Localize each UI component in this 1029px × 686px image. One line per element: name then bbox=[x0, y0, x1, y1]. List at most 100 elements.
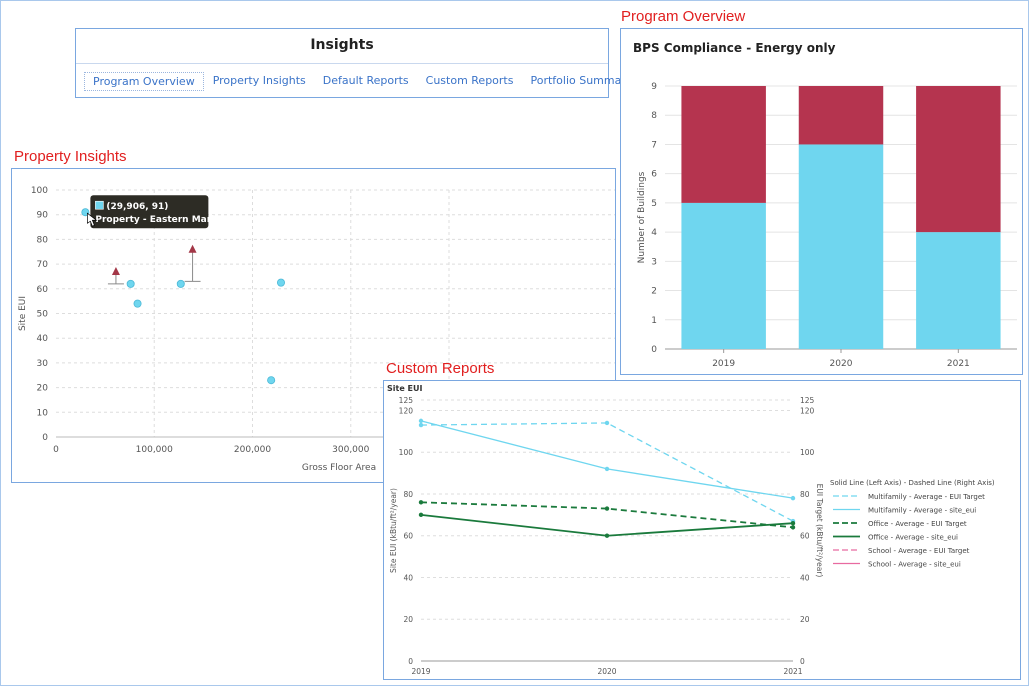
program-overview-panel: BPS Compliance - Energy only 0 1 2 3 4 5 6 7 8 9 Nu… bbox=[620, 28, 1023, 375]
tab-custom-reports[interactable]: Custom Reports bbox=[418, 72, 522, 91]
line-point bbox=[790, 495, 796, 501]
scatter-y-axis-label: Site EUI bbox=[18, 296, 28, 331]
line-point bbox=[790, 520, 796, 526]
bar-xtick-label: 2019 bbox=[712, 359, 735, 369]
legend-label: Multifamily - Average - EUI Target bbox=[868, 493, 985, 501]
legend-label: Office - Average - EUI Target bbox=[868, 520, 967, 528]
line-chart-title: Site EUI bbox=[387, 384, 423, 393]
line-point bbox=[604, 533, 610, 538]
line-ytick-left: 20 bbox=[403, 615, 413, 624]
scatter-ytick-label: 10 bbox=[37, 408, 49, 418]
callout-custom-reports: Custom Reports bbox=[386, 360, 495, 377]
scatter-ytick-label: 50 bbox=[37, 310, 49, 320]
target-arrow-icon bbox=[188, 244, 197, 253]
tab-program-overview[interactable]: Program Overview bbox=[84, 72, 204, 91]
insights-title: Insights bbox=[310, 37, 374, 53]
scatter-ytick-label: 100 bbox=[31, 186, 48, 196]
line-ytick-right: 120 bbox=[800, 406, 815, 415]
tooltip-value: (29,906, 91) bbox=[106, 202, 168, 212]
line-ytick-right: 0 bbox=[800, 657, 805, 666]
scatter-xtick-label: 100,000 bbox=[136, 445, 173, 455]
bar-ytick-label: 7 bbox=[651, 140, 657, 150]
line-point bbox=[418, 422, 424, 428]
line-xtick-label: 2021 bbox=[783, 667, 802, 676]
bar-segment bbox=[798, 144, 884, 349]
bar-segment bbox=[798, 86, 884, 145]
scatter-ytick-label: 30 bbox=[37, 359, 49, 369]
scatter-ytick-label: 60 bbox=[37, 285, 49, 295]
bar-ytick-label: 3 bbox=[651, 257, 657, 267]
line-xtick-label: 2020 bbox=[597, 667, 616, 676]
scatter-point bbox=[267, 376, 276, 385]
bar-xtick-label: 2021 bbox=[947, 359, 970, 369]
bar-ytick-label: 4 bbox=[651, 228, 657, 238]
legend-title: Solid Line (Left Axis) - Dashed Line (Ri… bbox=[830, 479, 995, 487]
bar-ytick-label: 6 bbox=[651, 170, 657, 180]
bar-segment bbox=[681, 202, 766, 349]
custom-reports-panel: Site EUI 0 0 20 20 40 40 60 60 80 80 100 100 120 120 12… bbox=[383, 380, 1021, 680]
tooltip-swatch-icon bbox=[95, 200, 104, 210]
scatter-ytick-label: 70 bbox=[37, 260, 49, 270]
scatter-xtick-label: 300,000 bbox=[332, 445, 369, 455]
bar-xtick-label: 2020 bbox=[830, 359, 853, 369]
legend-label: School - Average - site_eui bbox=[868, 561, 961, 569]
bar-segment bbox=[916, 232, 1001, 349]
line-point bbox=[790, 525, 796, 530]
line-ytick-right: 20 bbox=[800, 615, 810, 624]
line-ytick-right: 100 bbox=[800, 448, 815, 457]
scatter-xtick-label: 0 bbox=[53, 445, 59, 455]
bar-chart: BPS Compliance - Energy only 0 1 2 3 4 5 6 7 8 9 Nu… bbox=[633, 41, 1017, 369]
nav-divider bbox=[76, 63, 608, 64]
line-xtick-label: 2019 bbox=[411, 667, 430, 676]
scatter-point bbox=[126, 279, 135, 288]
scatter-ytick-label: 40 bbox=[37, 334, 49, 344]
bar-ytick-label: 0 bbox=[651, 345, 657, 355]
bar-ytick-label: 5 bbox=[651, 199, 657, 209]
bar-ytick-label: 9 bbox=[651, 82, 657, 92]
line-chart: Site EUI0 020 2040 4060 6080 80100 100120 12012… bbox=[387, 384, 995, 676]
line-ytick-left: 80 bbox=[403, 490, 413, 499]
line-series bbox=[420, 513, 794, 537]
bar-segment bbox=[916, 86, 1001, 233]
line-point bbox=[418, 418, 424, 424]
scatter-ytick-label: 20 bbox=[37, 384, 49, 394]
scatter-point bbox=[133, 299, 142, 308]
line-ytick-right: 40 bbox=[800, 573, 810, 582]
line-ytick-left: 40 bbox=[403, 573, 413, 582]
scatter-ytick-label: 90 bbox=[37, 211, 49, 221]
line-ytick-right: 125 bbox=[800, 396, 815, 405]
line-point bbox=[604, 466, 610, 472]
tooltip-label: Property - Eastern Market bbox=[95, 215, 228, 225]
scatter-x-axis-label: Gross Floor Area bbox=[302, 463, 376, 473]
line-y-axis-left-label: Site EUI (kBtu/ft²/year) bbox=[389, 488, 398, 573]
scatter-xtick-label: 200,000 bbox=[234, 445, 271, 455]
tab-property-insights[interactable]: Property Insights bbox=[205, 72, 314, 91]
bar-y-axis-label: Number of Buildings bbox=[637, 171, 647, 263]
line-ytick-right: 80 bbox=[800, 490, 810, 499]
legend-label: Office - Average - site_eui bbox=[868, 534, 958, 542]
line-y-axis-right-label: EUI Target (kBtu/ft²/year) bbox=[815, 484, 824, 578]
line-point bbox=[418, 500, 424, 505]
tab-default-reports[interactable]: Default Reports bbox=[315, 72, 417, 91]
callout-program-overview: Program Overview bbox=[621, 8, 746, 25]
legend-label: Multifamily - Average - site_eui bbox=[868, 507, 976, 515]
line-ytick-right: 60 bbox=[800, 532, 810, 541]
target-arrow-icon bbox=[111, 267, 120, 276]
line-point bbox=[418, 512, 424, 518]
insights-tabs: Program Overview Property Insights Defau… bbox=[84, 72, 641, 91]
line-ytick-left: 125 bbox=[399, 396, 414, 405]
line-ytick-left: 100 bbox=[399, 448, 414, 457]
scatter-point bbox=[276, 278, 285, 287]
legend-label: School - Average - EUI Target bbox=[868, 547, 970, 555]
line-series bbox=[420, 420, 794, 499]
line-ytick-left: 60 bbox=[403, 532, 413, 541]
line-point bbox=[604, 506, 610, 511]
line-ytick-left: 120 bbox=[399, 406, 414, 415]
bar-ytick-label: 2 bbox=[651, 287, 657, 297]
scatter-ytick-label: 80 bbox=[37, 235, 49, 245]
scatter-ytick-label: 0 bbox=[42, 433, 48, 443]
line-ytick-left: 0 bbox=[408, 657, 413, 666]
bar-ytick-label: 8 bbox=[651, 111, 657, 121]
scatter-point bbox=[176, 279, 185, 288]
callout-property-insights: Property Insights bbox=[14, 148, 127, 165]
